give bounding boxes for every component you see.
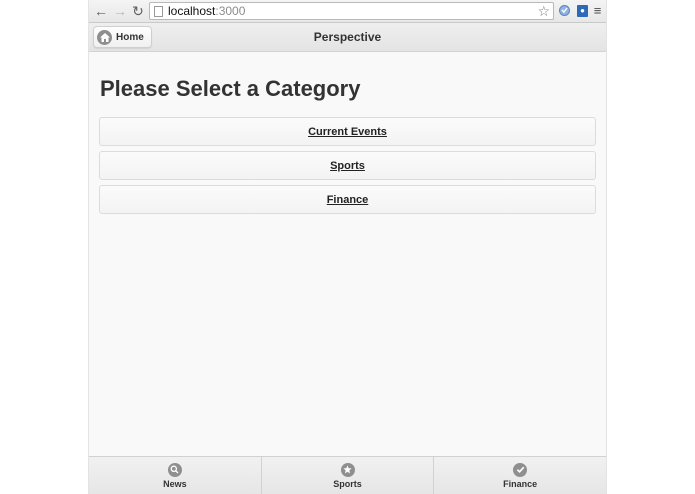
home-button-label: Home — [116, 31, 144, 43]
bottom-tab-bar: News Sports Finance — [89, 456, 606, 494]
tab-sports[interactable]: Sports — [262, 457, 435, 494]
bookmark-star-icon[interactable]: ☆ — [537, 3, 550, 20]
url-host: localhost — [168, 4, 216, 18]
page-title-bar: Perspective — [313, 30, 382, 44]
check-icon — [513, 462, 528, 477]
extension-icon[interactable] — [557, 3, 572, 18]
category-current-events-button[interactable]: Current Events — [99, 117, 596, 146]
tab-news-label: News — [163, 478, 187, 489]
home-icon — [97, 29, 112, 45]
tab-finance[interactable]: Finance — [434, 457, 606, 494]
page-icon — [154, 5, 163, 17]
category-sports-button[interactable]: Sports — [99, 151, 596, 180]
tab-finance-label: Finance — [503, 478, 538, 489]
category-finance-button[interactable]: Finance — [99, 185, 596, 214]
tab-news[interactable]: News — [89, 457, 262, 494]
extension-badge-icon[interactable]: ● — [575, 3, 590, 18]
browser-window: ← → ↻ localhost:3000 ☆ ● ≡ Perspective — [89, 0, 606, 494]
search-icon — [167, 462, 182, 477]
app-header: Perspective Home — [89, 23, 606, 52]
address-bar[interactable]: localhost:3000 ☆ — [149, 2, 554, 20]
reload-icon[interactable]: ↻ — [129, 2, 147, 20]
browser-toolbar: ← → ↻ localhost:3000 ☆ ● ≡ — [89, 0, 606, 23]
forward-arrow-icon[interactable]: → — [111, 2, 129, 20]
tab-sports-label: Sports — [333, 478, 362, 489]
home-button[interactable]: Home — [93, 26, 152, 48]
url-port: :3000 — [215, 4, 246, 18]
menu-icon[interactable]: ≡ — [590, 3, 605, 18]
back-arrow-icon[interactable]: ← — [92, 2, 110, 20]
star-icon — [340, 462, 355, 477]
category-heading: Please Select a Category — [100, 76, 361, 101]
